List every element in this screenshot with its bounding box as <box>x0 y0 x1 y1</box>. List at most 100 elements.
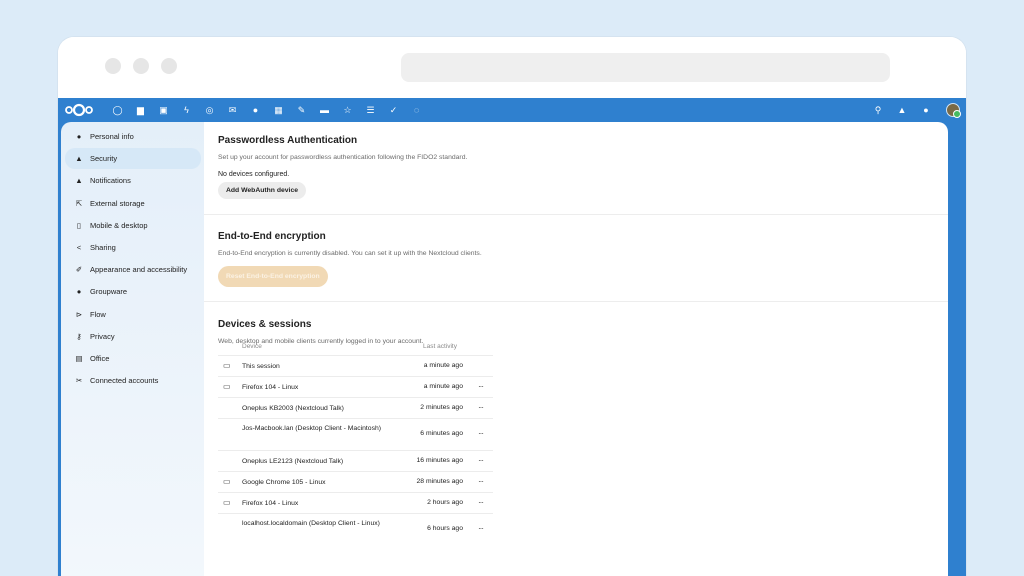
address-bar[interactable] <box>401 53 890 82</box>
sidebar-item-security[interactable]: ▲ Security <box>65 148 201 170</box>
device-name: Google Chrome 105 - Linux <box>242 479 326 486</box>
bookmarks-icon[interactable]: ☆ <box>336 98 359 122</box>
more-actions-icon[interactable]: ··· <box>478 477 484 486</box>
device-name: Firefox 104 - Linux <box>242 384 299 391</box>
last-activity: 2 hours ago <box>427 498 463 506</box>
header-right: ⚲ ▲ ● <box>866 98 938 122</box>
sidebar-item-flow[interactable]: ⊳ Flow <box>65 304 201 325</box>
sidebar-item-label: Connected accounts <box>90 376 159 386</box>
activity-icon[interactable]: ϟ <box>175 98 198 122</box>
window-maximize-dot[interactable] <box>161 58 177 74</box>
sidebar-item-notifications[interactable]: ▲ Notifications <box>65 170 201 191</box>
sidebar-item-external-storage[interactable]: ⇱ External storage <box>65 193 201 214</box>
browser-window: ◯ ▆ ▣ ϟ ◎ ✉ ● ▦ ✎ ▬ ☆ ☰ ✓ ◌ ⚲ ▲ ● ● Personal info ▲ Securi… <box>58 37 966 576</box>
device-name: This session <box>242 363 280 370</box>
search-icon[interactable]: ⚲ <box>866 98 890 122</box>
device-name: Oneplus KB2003 (Nextcloud Talk) <box>242 405 344 412</box>
table-row: ▭ Google Chrome 105 - Linux 28 minutes ago… <box>218 471 493 492</box>
more-actions-icon[interactable]: ··· <box>478 524 484 533</box>
section-description: Set up your account for passwordless aut… <box>218 154 468 161</box>
monitor-icon: ▭ <box>223 381 231 391</box>
photos-icon[interactable]: ▣ <box>152 98 175 122</box>
avatar[interactable] <box>946 103 961 118</box>
nextcloud-logo-icon[interactable] <box>64 103 94 117</box>
last-activity: 6 minutes ago <box>420 430 463 437</box>
sidebar-item-label: Notifications <box>90 176 131 186</box>
window-minimize-dot[interactable] <box>133 58 149 74</box>
external-link-icon: ⇱ <box>75 198 83 208</box>
table-row: ▭ This session a minute ago <box>218 355 493 376</box>
talk-icon[interactable]: ◎ <box>198 98 221 122</box>
section-description: End-to-End encryption is currently disab… <box>218 250 482 257</box>
sidebar-item-groupware[interactable]: ● Groupware <box>65 281 201 302</box>
device-name: Firefox 104 - Linux <box>242 500 299 507</box>
right-edge <box>948 122 966 576</box>
sidebar-item-sharing[interactable]: < Sharing <box>65 237 201 258</box>
sidebar-item-label: Mobile & desktop <box>90 220 148 230</box>
files-icon[interactable]: ▆ <box>129 98 152 122</box>
flow-icon: ⊳ <box>75 309 83 319</box>
column-header-device: Device <box>242 343 262 350</box>
last-activity: a minute ago <box>423 361 463 369</box>
table-row: ▭ Firefox 104 - Linux a minute ago ··· <box>218 376 493 397</box>
more-actions-icon[interactable]: ··· <box>478 382 484 391</box>
dashboard-icon[interactable]: ◯ <box>106 98 129 122</box>
mail-icon[interactable]: ✉ <box>221 98 244 122</box>
section-title: Passwordless Authentication <box>218 135 358 146</box>
phone-icon: ▯ <box>76 220 82 230</box>
tasks-icon[interactable]: ☰ <box>359 98 382 122</box>
sidebar-item-label: Appearance and accessibility <box>90 265 188 275</box>
sidebar-item-label: Office <box>90 354 110 363</box>
contacts-icon[interactable]: ● <box>244 98 267 122</box>
sidebar-item-label: External storage <box>90 198 145 208</box>
sidebar-item-privacy[interactable]: ⚷ Privacy <box>65 326 201 347</box>
more-actions-icon[interactable]: ··· <box>478 456 484 465</box>
person-icon: ● <box>76 132 82 141</box>
column-header-activity: Last activity <box>423 343 457 350</box>
browser-chrome <box>58 37 966 98</box>
contacts-menu-icon[interactable]: ● <box>914 98 938 122</box>
add-webauthn-button[interactable]: Add WebAuthn device <box>218 182 307 199</box>
sidebar-item-label: Groupware <box>90 287 128 297</box>
notifications-icon[interactable]: ▲ <box>890 98 914 122</box>
table-row: Oneplus LE2123 (Nextcloud Talk) 16 minute… <box>218 450 493 471</box>
sidebar-item-label: Sharing <box>90 243 116 252</box>
table-row: Jos-Macbook.lan (Desktop Client - Macint… <box>218 418 493 450</box>
app-menu: ◯ ▆ ▣ ϟ ◎ ✉ ● ▦ ✎ ▬ ☆ ☰ ✓ ◌ <box>106 98 428 122</box>
more-actions-icon[interactable]: ··· <box>478 429 484 438</box>
sidebar-item-mobile-desktop[interactable]: ▯ Mobile & desktop <box>65 215 201 236</box>
passwordless-section: Passwordless Authentication Set up your … <box>204 122 948 215</box>
sidebar-item-label: Flow <box>90 309 106 319</box>
document-icon: ▤ <box>75 354 83 363</box>
groupware-icon: ● <box>76 287 82 297</box>
last-activity: 28 minutes ago <box>416 477 463 485</box>
wrench-icon: ✂ <box>75 376 83 386</box>
reset-e2e-button[interactable]: Reset End-to-End encryption <box>218 266 328 287</box>
deck-icon[interactable]: ▬ <box>313 98 336 122</box>
more-actions-icon[interactable]: ··· <box>478 498 484 507</box>
lock-icon: ▲ <box>75 154 83 164</box>
maps-icon[interactable]: ◌ <box>405 98 428 122</box>
share-icon: < <box>76 243 82 252</box>
paint-icon: ✐ <box>75 265 83 275</box>
table-row: ▭ Firefox 104 - Linux 2 hours ago ··· <box>218 492 493 513</box>
e2e-section: End-to-End encryption End-to-End encrypt… <box>204 215 948 302</box>
checkmark-icon[interactable]: ✓ <box>382 98 405 122</box>
device-name: localhost.localdomain (Desktop Client - … <box>242 520 380 527</box>
window-close-dot[interactable] <box>105 58 121 74</box>
more-actions-icon[interactable]: ··· <box>478 403 484 412</box>
table-row: localhost.localdomain (Desktop Client - … <box>218 513 493 545</box>
status-text: No devices configured. <box>218 171 290 178</box>
last-activity: a minute ago <box>423 382 463 390</box>
sidebar-item-connected-accounts[interactable]: ✂ Connected accounts <box>65 370 201 391</box>
sidebar-item-office[interactable]: ▤ Office <box>65 348 201 369</box>
notes-icon[interactable]: ✎ <box>290 98 313 122</box>
bell-icon: ▲ <box>75 176 83 186</box>
calendar-icon[interactable]: ▦ <box>267 98 290 122</box>
sidebar-item-label: Privacy <box>90 331 115 341</box>
table-row: Oneplus KB2003 (Nextcloud Talk) 2 minutes… <box>218 397 493 418</box>
sidebar-item-personal-info[interactable]: ● Personal info <box>65 126 201 147</box>
sidebar-item-appearance-and-accessibility[interactable]: ✐ Appearance and accessibility <box>65 259 201 280</box>
device-name: Jos-Macbook.lan (Desktop Client - Macint… <box>242 425 382 432</box>
sidebar-item-label: Personal info <box>90 132 134 141</box>
